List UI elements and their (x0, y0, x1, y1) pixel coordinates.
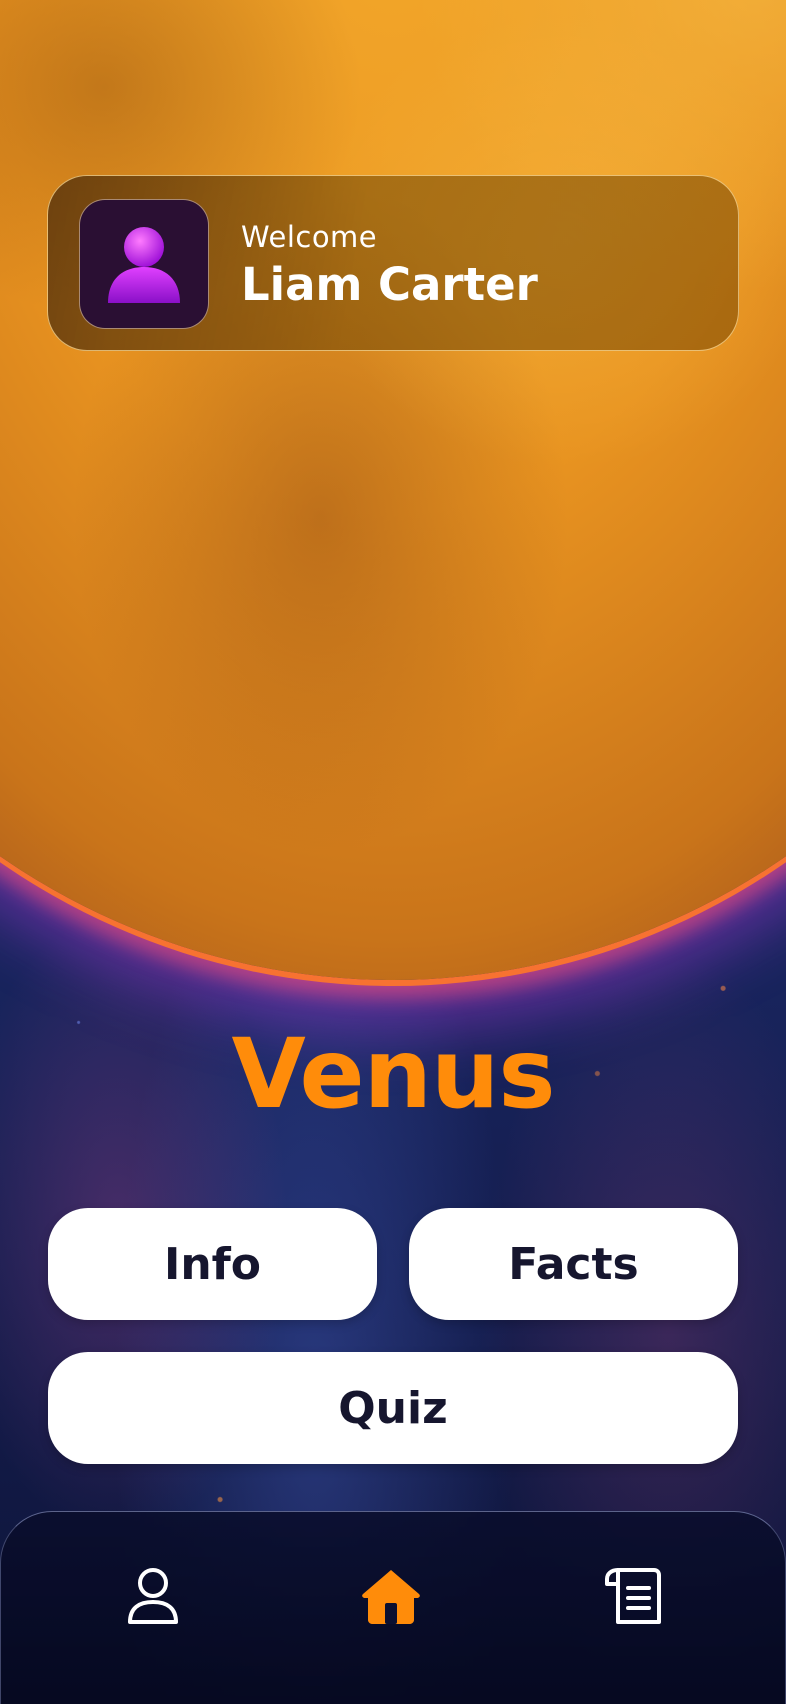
user-name: Liam Carter (241, 258, 538, 311)
profile-icon (128, 1568, 178, 1624)
planet-title: Venus (231, 1018, 556, 1130)
welcome-label: Welcome (241, 220, 378, 254)
nav-profile[interactable] (121, 1564, 185, 1628)
avatar[interactable] (79, 199, 209, 329)
info-button[interactable]: Info (48, 1208, 377, 1320)
screen: Welcome Liam Carter Venus Info Facts Qui… (0, 0, 786, 1704)
nav-home[interactable] (359, 1564, 423, 1628)
home-icon (362, 1570, 420, 1624)
notes-icon (605, 1568, 661, 1624)
quiz-button[interactable]: Quiz (48, 1352, 738, 1464)
planet-background-image (0, 0, 786, 980)
welcome-card: Welcome Liam Carter (47, 175, 739, 351)
nav-notes[interactable] (601, 1564, 665, 1628)
facts-button[interactable]: Facts (409, 1208, 738, 1320)
user-avatar-icon (108, 227, 180, 303)
bottom-nav (0, 1511, 786, 1704)
